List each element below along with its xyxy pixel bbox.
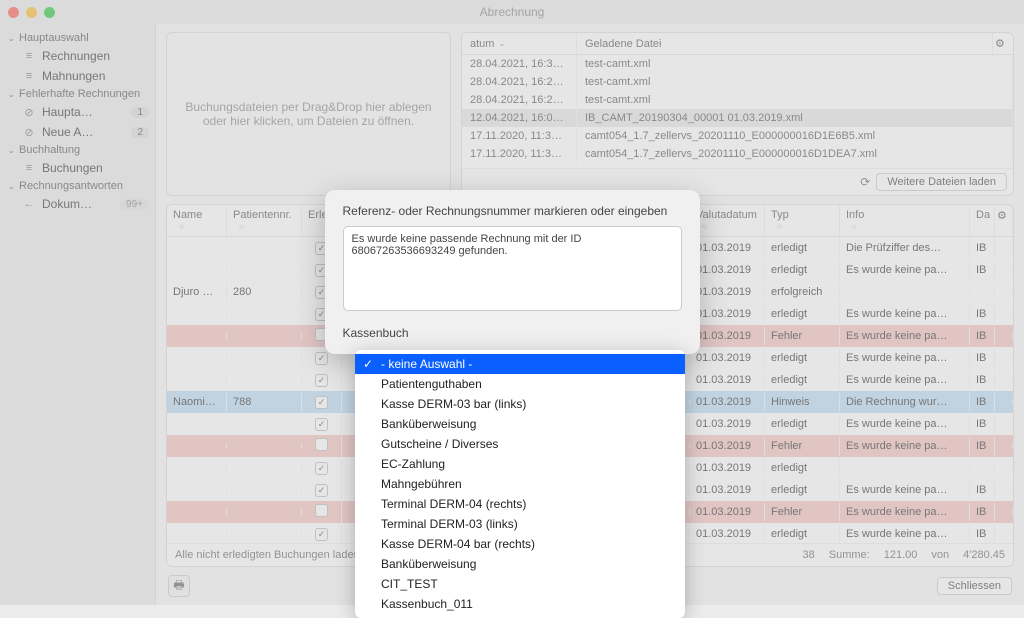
- dropdown-item[interactable]: Banküberweisung: [355, 414, 685, 434]
- reference-input[interactable]: [343, 226, 682, 311]
- dropdown-item[interactable]: Kasse DERM-04 bar (rechts): [355, 534, 685, 554]
- dropdown-item[interactable]: - keine Auswahl -: [355, 354, 685, 374]
- kassenbuch-label: Kassenbuch: [343, 326, 682, 340]
- kassenbuch-dropdown[interactable]: - keine Auswahl -PatientenguthabenKasse …: [355, 350, 685, 618]
- dropdown-item[interactable]: Banküberweisung: [355, 554, 685, 574]
- dropdown-item[interactable]: Terminal DERM-04 (rechts): [355, 494, 685, 514]
- dropdown-item[interactable]: Mahngebühren: [355, 474, 685, 494]
- dropdown-item[interactable]: Terminal DERM-03 (links): [355, 514, 685, 534]
- dropdown-item[interactable]: Patientenguthaben: [355, 374, 685, 394]
- reference-modal: Referenz- oder Rechnungsnummer markieren…: [325, 190, 700, 354]
- dropdown-item[interactable]: Kassenbuch_011: [355, 594, 685, 614]
- dropdown-item[interactable]: CIT_TEST: [355, 574, 685, 594]
- dropdown-item[interactable]: Kasse DERM-03 bar (links): [355, 394, 685, 414]
- modal-title: Referenz- oder Rechnungsnummer markieren…: [343, 204, 682, 218]
- dropdown-item[interactable]: Gutscheine / Diverses: [355, 434, 685, 454]
- dropdown-item[interactable]: EC-Zahlung: [355, 454, 685, 474]
